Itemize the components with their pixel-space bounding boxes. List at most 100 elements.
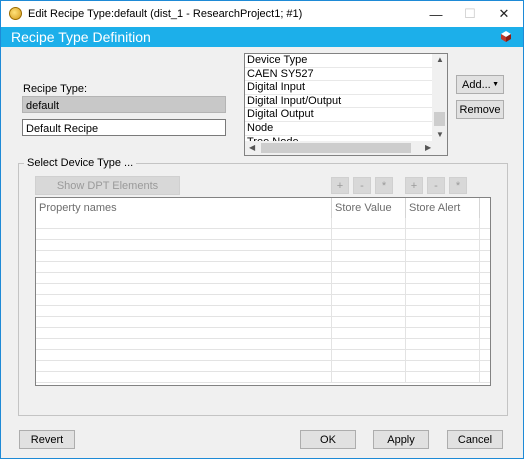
table-row[interactable]: [36, 350, 490, 361]
list-item[interactable]: Digital Output: [245, 108, 433, 122]
scroll-right-icon[interactable]: ▶: [425, 143, 431, 152]
table-cell[interactable]: [406, 361, 480, 372]
table-row[interactable]: [36, 361, 490, 372]
list-item[interactable]: Digital Input/Output: [245, 95, 433, 109]
apply-button[interactable]: Apply: [373, 430, 429, 449]
value-all-button[interactable]: *: [375, 177, 393, 194]
column-header-store-alert[interactable]: Store Alert: [406, 198, 480, 218]
table-cell[interactable]: [406, 328, 480, 339]
scroll-left-icon[interactable]: ◀: [249, 143, 255, 152]
column-header-store-value[interactable]: Store Value: [332, 198, 406, 218]
list-item[interactable]: Device Type: [245, 54, 433, 68]
add-button-label: Add...: [462, 78, 491, 91]
revert-button[interactable]: Revert: [19, 430, 75, 449]
table-cell[interactable]: [406, 284, 480, 295]
table-cell[interactable]: [332, 328, 406, 339]
table-cell[interactable]: [332, 306, 406, 317]
table-cell[interactable]: [406, 262, 480, 273]
value-remove-button[interactable]: -: [353, 177, 371, 194]
table-cell[interactable]: [406, 295, 480, 306]
device-type-list[interactable]: Device Type CAEN SY527 Digital Input Digita…: [244, 53, 448, 156]
value-add-button[interactable]: +: [331, 177, 349, 194]
title-bar[interactable]: Edit Recipe Type:default (dist_1 - Resea…: [1, 1, 523, 27]
table-cell[interactable]: [332, 284, 406, 295]
table-cell[interactable]: [406, 273, 480, 284]
table-cell[interactable]: [406, 350, 480, 361]
list-item[interactable]: Digital Input: [245, 81, 433, 95]
table-cell[interactable]: [332, 361, 406, 372]
list-horizontal-scrollbar[interactable]: ◀ ▶: [245, 141, 447, 155]
table-row[interactable]: [36, 306, 490, 317]
table-cell[interactable]: [406, 218, 480, 229]
table-cell[interactable]: [332, 229, 406, 240]
table-cell[interactable]: [332, 295, 406, 306]
app-icon: [9, 7, 22, 20]
table-cell[interactable]: [36, 295, 332, 306]
cancel-button[interactable]: Cancel: [447, 430, 503, 449]
table-cell[interactable]: [36, 372, 332, 383]
table-row[interactable]: [36, 218, 490, 229]
table-cell[interactable]: [406, 229, 480, 240]
table-cell[interactable]: [406, 372, 480, 383]
table-cell[interactable]: [332, 262, 406, 273]
table-cell[interactable]: [332, 218, 406, 229]
alert-remove-button[interactable]: -: [427, 177, 445, 194]
ok-button[interactable]: OK: [300, 430, 356, 449]
table-cell[interactable]: [332, 350, 406, 361]
table-row[interactable]: [36, 372, 490, 383]
table-cell[interactable]: [36, 361, 332, 372]
table-cell[interactable]: [36, 328, 332, 339]
table-cell[interactable]: [406, 339, 480, 350]
scroll-thumb[interactable]: [434, 112, 445, 126]
table-row[interactable]: [36, 284, 490, 295]
table-row[interactable]: [36, 273, 490, 284]
property-table[interactable]: Property names Store Value Store Alert: [35, 197, 491, 386]
table-cell[interactable]: [36, 240, 332, 251]
table-cell[interactable]: [406, 306, 480, 317]
scroll-up-icon[interactable]: ▲: [436, 55, 444, 64]
close-button[interactable]: ✕: [487, 1, 521, 27]
scroll-thumb-horizontal[interactable]: [261, 143, 411, 153]
table-cell[interactable]: [36, 273, 332, 284]
add-button[interactable]: Add... ▼: [456, 75, 504, 94]
list-item[interactable]: CAEN SY527: [245, 68, 433, 82]
table-cell[interactable]: [332, 273, 406, 284]
column-header-property-names[interactable]: Property names: [36, 198, 332, 218]
book-icon[interactable]: [499, 30, 513, 44]
table-cell[interactable]: [406, 317, 480, 328]
table-cell[interactable]: [36, 350, 332, 361]
table-cell[interactable]: [332, 339, 406, 350]
table-cell[interactable]: [406, 240, 480, 251]
alert-all-button[interactable]: *: [449, 177, 467, 194]
table-row[interactable]: [36, 251, 490, 262]
minimize-button[interactable]: —: [419, 1, 453, 27]
table-row[interactable]: [36, 229, 490, 240]
table-cell[interactable]: [332, 372, 406, 383]
table-cell[interactable]: [332, 251, 406, 262]
table-cell[interactable]: [36, 229, 332, 240]
table-cell[interactable]: [36, 251, 332, 262]
table-cell[interactable]: [36, 306, 332, 317]
table-cell[interactable]: [36, 218, 332, 229]
table-cell[interactable]: [36, 284, 332, 295]
table-cell[interactable]: [36, 339, 332, 350]
list-vertical-scrollbar[interactable]: ▲ ▼: [432, 54, 447, 142]
table-row[interactable]: [36, 317, 490, 328]
scroll-down-icon[interactable]: ▼: [436, 130, 444, 139]
show-dpt-elements-button[interactable]: Show DPT Elements: [35, 176, 180, 195]
table-row[interactable]: [36, 328, 490, 339]
table-cell[interactable]: [332, 317, 406, 328]
table-row[interactable]: [36, 262, 490, 273]
list-item[interactable]: Node: [245, 122, 433, 136]
table-row[interactable]: [36, 295, 490, 306]
table-cell[interactable]: [36, 317, 332, 328]
table-cell[interactable]: [332, 240, 406, 251]
table-cell[interactable]: [36, 262, 332, 273]
remove-button[interactable]: Remove: [456, 100, 504, 119]
table-row[interactable]: [36, 339, 490, 350]
maximize-button[interactable]: ☐: [453, 1, 487, 27]
recipe-description-input[interactable]: Default Recipe: [22, 119, 226, 136]
table-row[interactable]: [36, 240, 490, 251]
alert-add-button[interactable]: +: [405, 177, 423, 194]
table-cell[interactable]: [406, 251, 480, 262]
